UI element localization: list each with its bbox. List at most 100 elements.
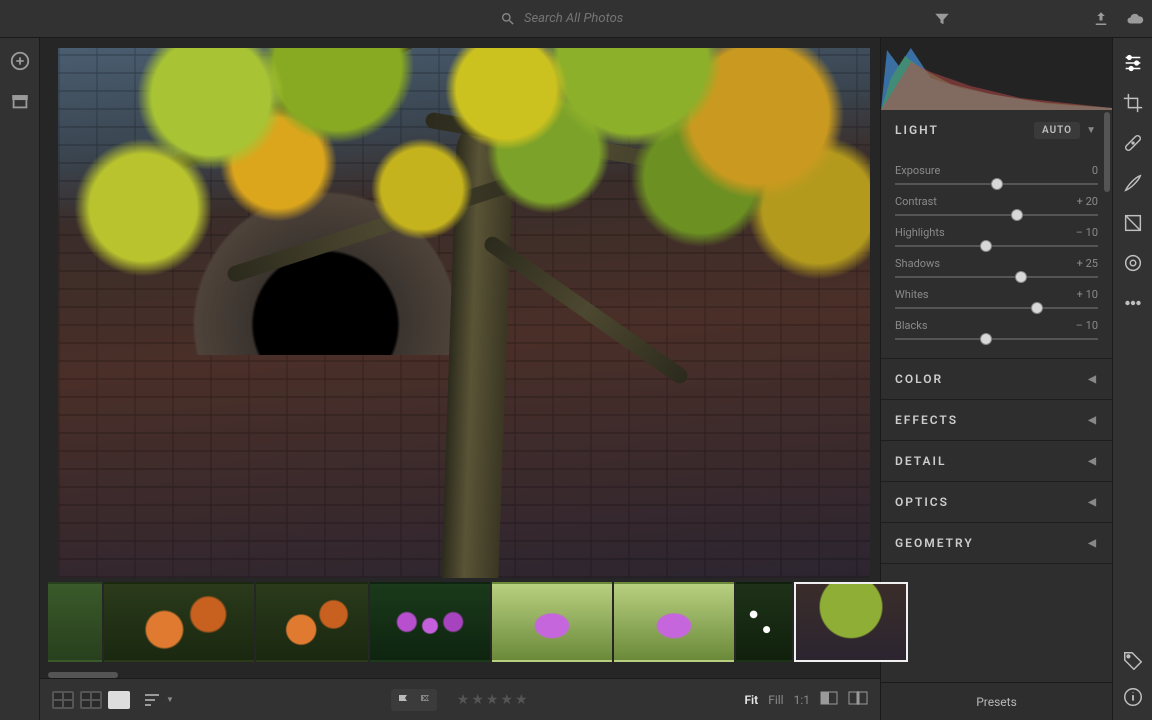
slider-contrast[interactable]: Contrast+ 20	[895, 195, 1098, 216]
chevron-left-icon: ◀	[1088, 538, 1098, 549]
slider-knob[interactable]	[1011, 209, 1023, 221]
cloud-sync[interactable]	[1118, 0, 1152, 38]
presets-button[interactable]: Presets	[881, 682, 1112, 720]
zoom-fill[interactable]: Fill	[768, 693, 783, 707]
section-header[interactable]: DETAIL ◀	[881, 441, 1112, 481]
thumbnail[interactable]	[256, 582, 368, 662]
slider-knob[interactable]	[980, 240, 992, 252]
histogram[interactable]	[881, 38, 1112, 110]
star-icon[interactable]: ★	[471, 692, 484, 708]
thumbnail[interactable]	[614, 582, 734, 662]
compare-icon	[848, 691, 868, 705]
slider-knob[interactable]	[1015, 271, 1027, 283]
slider-track[interactable]	[895, 276, 1098, 278]
chevron-left-icon: ◀	[1088, 415, 1098, 426]
star-icon[interactable]: ★	[486, 692, 499, 708]
radial-gradient-icon	[1122, 252, 1144, 274]
zoom-1to1[interactable]: 1:1	[794, 693, 810, 707]
section-title: OPTICS	[895, 495, 949, 509]
chevron-left-icon: ◀	[1088, 456, 1098, 467]
section-header[interactable]: GEOMETRY◀	[881, 523, 1112, 563]
funnel-icon	[933, 10, 951, 28]
tag-icon	[1122, 650, 1144, 672]
section-header[interactable]: OPTICS ◀	[881, 482, 1112, 522]
section-light: LIGHT AUTO ▼ Exposure0 Contrast+ 20 Highli…	[881, 110, 1112, 359]
detail-view-button[interactable]	[108, 691, 130, 709]
star-icon[interactable]: ★	[515, 692, 528, 708]
compare-button[interactable]	[848, 691, 868, 708]
healing-tool[interactable]	[1122, 132, 1144, 154]
bandage-icon	[1122, 132, 1144, 154]
brush-tool[interactable]	[1122, 172, 1144, 194]
slider-track[interactable]	[895, 307, 1098, 309]
section-header[interactable]: EFFECTS◀	[881, 400, 1112, 440]
view-mode-group	[52, 691, 130, 709]
flag-icon	[396, 693, 410, 707]
linear-gradient-tool[interactable]	[1122, 212, 1144, 234]
slider-value: 0	[1092, 164, 1098, 177]
slider-track[interactable]	[895, 338, 1098, 340]
thumbnail[interactable]	[104, 582, 254, 662]
crop-tool[interactable]	[1122, 92, 1144, 114]
add-photos-button[interactable]	[9, 50, 31, 72]
rating-stars[interactable]: ★ ★ ★ ★ ★	[457, 692, 528, 708]
image-canvas[interactable]	[40, 38, 880, 582]
slider-label: Shadows	[895, 257, 940, 270]
slider-highlights[interactable]: Highlights– 10	[895, 226, 1098, 247]
linear-gradient-icon	[1122, 212, 1144, 234]
chevron-left-icon: ◀	[1088, 497, 1098, 508]
slider-blacks[interactable]: Blacks– 10	[895, 319, 1098, 340]
dots-icon	[1122, 292, 1144, 314]
presets-label: Presets	[976, 695, 1017, 709]
flag-x-icon	[418, 693, 432, 707]
chevron-down-icon[interactable]: ▼	[1086, 125, 1098, 136]
slider-track[interactable]	[895, 245, 1098, 247]
archive-box-icon	[9, 90, 31, 112]
tool-rail	[1112, 38, 1152, 720]
slider-track[interactable]	[895, 214, 1098, 216]
radial-gradient-tool[interactable]	[1122, 252, 1144, 274]
slider-shadows[interactable]: Shadows+ 25	[895, 257, 1098, 278]
info-button[interactable]	[1122, 686, 1144, 708]
section-title: DETAIL	[895, 454, 946, 468]
my-photos-button[interactable]	[9, 90, 31, 112]
keywords-button[interactable]	[1122, 650, 1144, 672]
section-header-light[interactable]: LIGHT AUTO ▼	[881, 110, 1112, 150]
square-grid-button[interactable]	[80, 691, 102, 709]
search-input[interactable]	[524, 11, 724, 26]
share-button[interactable]	[1084, 0, 1118, 38]
zoom-controls: Fit Fill 1:1	[744, 691, 868, 708]
slider-whites[interactable]: Whites+ 10	[895, 288, 1098, 309]
flag-pick-button[interactable]	[393, 691, 413, 709]
star-icon[interactable]: ★	[500, 692, 513, 708]
edit-tool[interactable]	[1122, 52, 1144, 74]
grid-view-button[interactable]	[52, 691, 74, 709]
slider-exposure[interactable]: Exposure0	[895, 164, 1098, 185]
chevron-left-icon: ◀	[1088, 374, 1098, 385]
section-header[interactable]: COLOR◀	[881, 359, 1112, 399]
slider-label: Blacks	[895, 319, 928, 332]
slider-track[interactable]	[895, 183, 1098, 185]
zoom-fit[interactable]: Fit	[744, 693, 758, 707]
filter-toggle[interactable]	[925, 0, 959, 38]
thumbnail[interactable]	[492, 582, 612, 662]
filmstrip[interactable]	[40, 582, 880, 670]
slider-value: + 20	[1077, 195, 1098, 208]
slider-knob[interactable]	[991, 178, 1003, 190]
thumbnail[interactable]	[370, 582, 490, 662]
auto-button[interactable]: AUTO	[1034, 122, 1080, 139]
more-tools[interactable]	[1122, 292, 1144, 314]
star-icon[interactable]: ★	[457, 692, 470, 708]
sort-button[interactable]: ▼	[144, 693, 174, 707]
thumbnail[interactable]	[48, 582, 102, 662]
thumbnail[interactable]	[736, 582, 792, 662]
show-original-button[interactable]	[820, 691, 838, 708]
search-field[interactable]	[500, 5, 800, 33]
light-sliders: Exposure0 Contrast+ 20 Highlights– 10 Shado…	[881, 150, 1112, 358]
flag-group	[391, 689, 437, 711]
slider-knob[interactable]	[1031, 302, 1043, 314]
panel-scrollbar[interactable]	[1104, 112, 1110, 192]
slider-knob[interactable]	[980, 333, 992, 345]
main-row: ▼ ★ ★ ★ ★ ★ Fit Fill 1:1	[0, 38, 1152, 720]
flag-reject-button[interactable]	[415, 691, 435, 709]
